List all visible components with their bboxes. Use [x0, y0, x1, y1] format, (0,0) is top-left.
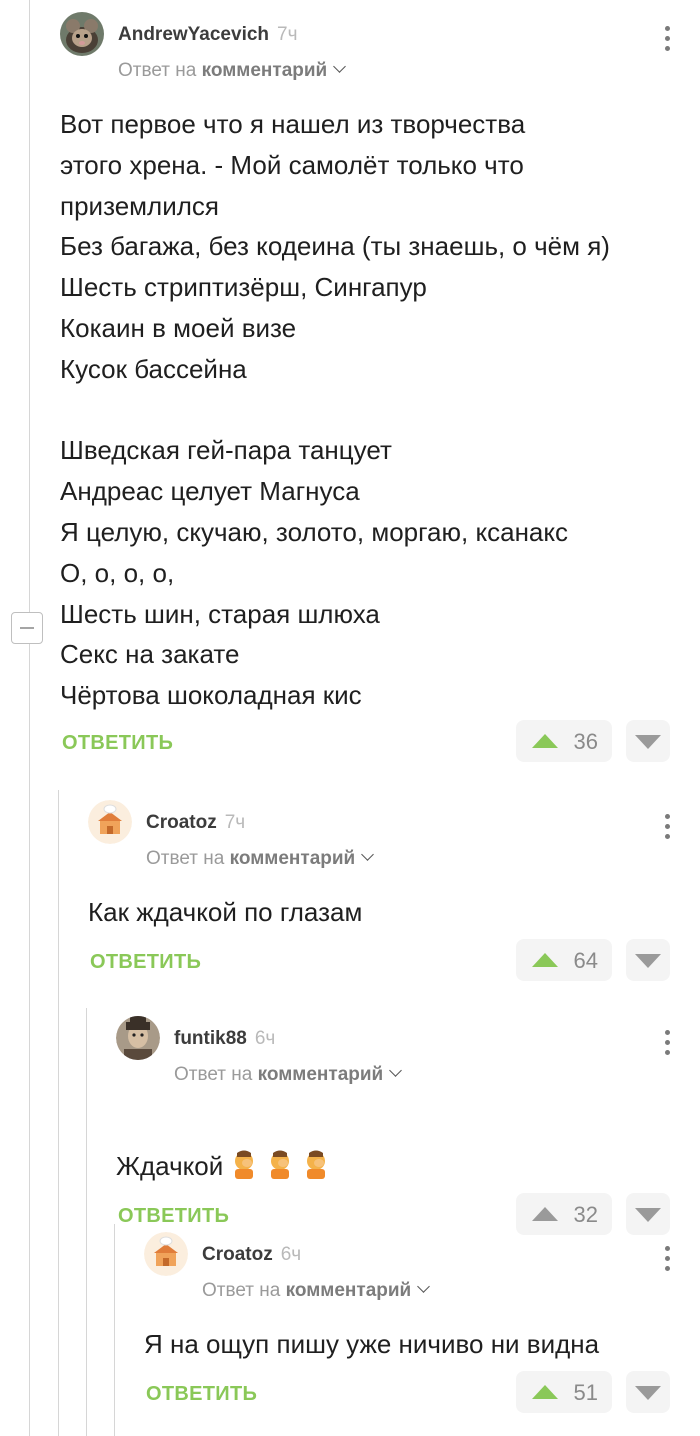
- comment-text: Как ждачкой по глазам: [88, 897, 363, 927]
- comment: Croatoz 6ч Ответ на комментарий Я на ощуп…: [144, 1220, 700, 1415]
- author-name[interactable]: AndrewYacevich 7ч: [118, 24, 298, 46]
- thread-line: [86, 1008, 87, 1436]
- comment-header: AndrewYacevich 7ч Ответ на комментарий: [60, 0, 700, 82]
- comment: AndrewYacevich 7ч Ответ на комментарий Во…: [60, 0, 700, 764]
- arrow-down-icon: [635, 953, 661, 968]
- thread-line: [58, 790, 59, 1436]
- more-options-icon[interactable]: [664, 1030, 670, 1058]
- facepalm-icon: [229, 1108, 259, 1179]
- author-name[interactable]: funtik88 6ч: [174, 1028, 275, 1050]
- more-options-icon[interactable]: [664, 26, 670, 54]
- comment-time: 6ч: [254, 1028, 276, 1049]
- comment-header: Croatoz 7ч Ответ на комментарий: [88, 788, 700, 870]
- avatar[interactable]: [60, 12, 104, 56]
- rating-count: 36: [573, 728, 598, 754]
- thread-line: [29, 0, 30, 1436]
- upvote-button[interactable]: 51: [516, 1370, 612, 1413]
- arrow-up-icon: [532, 1206, 558, 1221]
- downvote-button[interactable]: [626, 1370, 670, 1413]
- comment-text: Вот первое что я нашел из творчества это…: [60, 109, 610, 711]
- comment-header: funtik88 6ч Ответ на комментарий: [116, 1004, 700, 1086]
- reply-button[interactable]: ОТВЕТИТЬ: [146, 1383, 257, 1406]
- thread-line: [114, 1224, 115, 1436]
- comment-footer: ОТВЕТИТЬ 51: [144, 1370, 700, 1415]
- more-options-icon[interactable]: [664, 814, 670, 842]
- downvote-button[interactable]: [626, 719, 670, 762]
- reply-to-link[interactable]: Ответ на комментарий: [146, 848, 375, 870]
- arrow-up-icon: [532, 733, 558, 748]
- arrow-down-icon: [635, 1385, 661, 1400]
- reply-to-link[interactable]: Ответ на комментарий: [174, 1064, 403, 1086]
- facepalm-icon: [265, 1108, 295, 1179]
- comment-header: Croatoz 6ч Ответ на комментарий: [144, 1220, 700, 1302]
- more-options-icon[interactable]: [664, 1246, 670, 1274]
- facepalm-icon: [301, 1108, 331, 1179]
- upvote-button[interactable]: 64: [516, 938, 612, 981]
- author-name[interactable]: Croatoz 6ч: [202, 1244, 301, 1266]
- comment-footer: ОТВЕТИТЬ 64: [88, 938, 700, 983]
- comment-time: 7ч: [277, 24, 298, 45]
- avatar[interactable]: [116, 1016, 160, 1060]
- arrow-down-icon: [635, 734, 661, 749]
- author-name[interactable]: Croatoz 7ч: [146, 812, 245, 834]
- arrow-up-icon: [532, 952, 558, 967]
- rating-count: 64: [573, 947, 598, 973]
- collapse-thread-button[interactable]: [11, 612, 43, 644]
- chevron-down-icon: [417, 1280, 431, 1293]
- reply-to-link[interactable]: Ответ на комментарий: [118, 60, 347, 82]
- arrow-up-icon: [532, 1384, 558, 1399]
- comment-time: 6ч: [280, 1244, 302, 1265]
- avatar[interactable]: [88, 800, 132, 844]
- comment: Croatoz 7ч Ответ на комментарий Как ждачк…: [88, 788, 700, 983]
- chevron-down-icon: [361, 848, 375, 861]
- chevron-down-icon: [333, 60, 347, 73]
- upvote-button[interactable]: 36: [516, 719, 612, 762]
- downvote-button[interactable]: [626, 938, 670, 981]
- rating-count: 51: [573, 1379, 598, 1405]
- comment-time: 7ч: [224, 812, 246, 833]
- reply-to-link[interactable]: Ответ на комментарий: [202, 1280, 431, 1302]
- comment: funtik88 6ч Ответ на комментарий Ждачкой …: [116, 1004, 700, 1237]
- reply-button[interactable]: ОТВЕТИТЬ: [90, 951, 201, 974]
- comment-text: Я на ощуп пишу уже ничиво ни видна: [144, 1329, 600, 1359]
- chevron-down-icon: [389, 1064, 403, 1077]
- avatar[interactable]: [144, 1232, 188, 1276]
- comment-footer: ОТВЕТИТЬ 36: [60, 719, 700, 764]
- comment-text: Ждачкой: [116, 1108, 700, 1187]
- reply-button[interactable]: ОТВЕТИТЬ: [62, 732, 173, 755]
